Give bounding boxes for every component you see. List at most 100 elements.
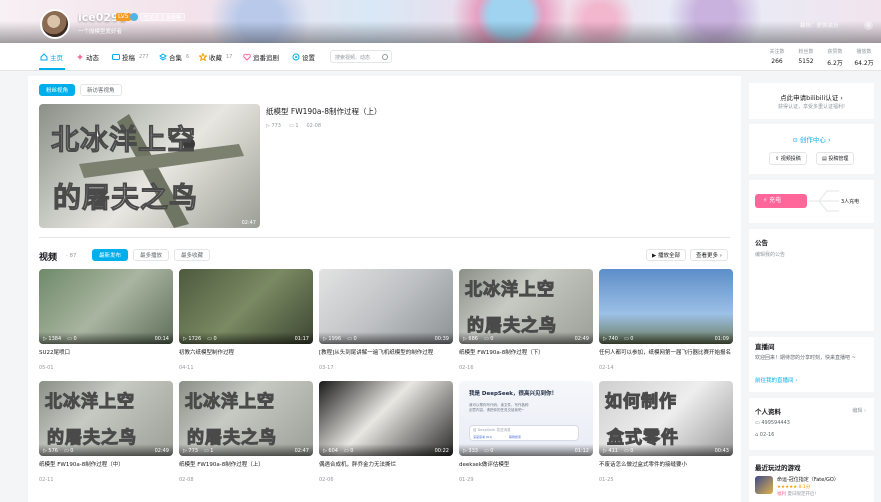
play-all-button[interactable]: ▶ 播放全部 <box>646 249 686 261</box>
comment-count: ▭ 1 <box>288 123 299 129</box>
tab-label: 投稿 <box>122 54 135 62</box>
dress-up-button[interactable]: 装扮：更换装扮 <box>800 21 839 29</box>
video-card[interactable]: ▷ 1996 ▭ 0 00:39 [教程]从头到尾讲解一遍飞机纸模型的制作过程 03-1… <box>319 269 453 371</box>
tab-home[interactable]: 主页 <box>40 52 63 62</box>
stat-following[interactable]: 关注数 266 <box>763 48 791 65</box>
tab-fan-view[interactable]: 粉丝视角 <box>39 84 76 96</box>
sort-most-played[interactable]: 最多播放 <box>133 249 170 261</box>
video-thumbnail[interactable]: 如何制作 盒式零件 ▷ 411 ▭ 0 00:43 <box>599 381 733 456</box>
video-title[interactable]: 不废话怎么做过盒式零件的接缝要小 <box>599 460 733 468</box>
video-card[interactable]: ▷ 1726 ▭ 0 01:17 初教六纸模型制作过程 04-11 <box>179 269 313 371</box>
video-title[interactable]: 偶遇合成机，胖乔金力无法撕烂 <box>319 460 453 468</box>
comment-count: ▭ 0 <box>207 336 217 342</box>
profile-edit-button[interactable]: 编辑 › <box>852 407 866 414</box>
uid-row: ▭ 499594443 <box>755 420 790 426</box>
video-thumbnail[interactable]: ▷ 1996 ▭ 0 00:39 <box>319 269 453 344</box>
tab-collections[interactable]: 合集 6 <box>159 52 189 62</box>
publish-date: 02-11 <box>39 477 54 483</box>
charge-button[interactable]: ⚡ 充电 <box>755 194 807 208</box>
certification-card[interactable]: 点此申请bilibili认证 › 获得认证，享受多重认证福利! <box>749 83 874 119</box>
cert-title[interactable]: 点此申请bilibili认证 › <box>749 92 874 102</box>
video-duration: 01:17 <box>294 336 309 342</box>
tab-visitor-view[interactable]: 新访客视角 <box>80 84 122 96</box>
active-tab-indicator <box>39 68 65 70</box>
notice-text[interactable]: 编辑我的公告 <box>755 251 785 258</box>
system-badge: 系统等 <box>162 13 186 21</box>
tab-uploads[interactable]: 投稿 277 <box>112 52 149 62</box>
game-name[interactable]: 命运-冠位指定（Fate/GO） <box>777 476 839 483</box>
play-count-value: 773 <box>271 123 281 129</box>
video-thumbnail[interactable]: ▷ 740 ▭ 0 01:09 <box>599 269 733 344</box>
stat-likes: 获赞数 6.2万 <box>821 48 849 67</box>
chevron-down-icon[interactable]: v <box>864 21 873 30</box>
tab-favorites[interactable]: 收藏 17 <box>198 52 233 62</box>
video-card[interactable]: ▷ 740 ▭ 0 01:09 任何人都可以参加，纸模网第一届飞行器比赛开始报名 02-… <box>599 269 733 371</box>
video-title[interactable]: SU22尾喷口 <box>39 348 173 356</box>
video-card[interactable]: 北冰洋上空 的屠夫之鸟 ▷ 686 ▭ 0 02:49 纸模型 FW190a-8制作过程（… <box>459 269 593 371</box>
video-card[interactable]: ▷ 1384 ▭ 0 00:14 SU22尾喷口 05-01 <box>39 269 173 371</box>
follow-badge[interactable]: 已关注 <box>140 13 164 21</box>
thumbnail-overlay-line1: 北冰洋上空 <box>465 280 555 301</box>
comment-count: ▭ 0 <box>347 336 357 342</box>
tab-count: 17 <box>226 54 233 60</box>
publish-date: 02-14 <box>599 365 614 371</box>
user-signature[interactable]: 一个抛模型爱好者 <box>78 27 122 35</box>
video-thumbnail[interactable]: 我是 DeepSeek，很高兴见到你！ 我可以帮你写代码、读文件、写作各种创意内容… <box>459 381 593 456</box>
video-thumbnail[interactable]: ▷ 1726 ▭ 0 01:17 <box>179 269 313 344</box>
comment-count: ▭ 0 <box>67 336 77 342</box>
video-thumbnail[interactable]: 北冰洋上空 的屠夫之鸟 ▷ 576 ▭ 0 02:49 <box>39 381 173 456</box>
video-submit-button[interactable]: ⇪ 视频投稿 <box>769 152 807 165</box>
tab-count: 6 <box>186 54 190 60</box>
tab-label: 收藏 <box>209 54 222 62</box>
video-icon <box>112 53 120 61</box>
video-card[interactable]: 我是 DeepSeek，很高兴见到你！ 我可以帮你写代码、读文件、写作各种创意内容… <box>459 381 593 483</box>
avatar[interactable] <box>40 9 70 39</box>
publish-date: 04-11 <box>179 365 194 371</box>
game-icon[interactable] <box>755 476 773 494</box>
video-card[interactable]: 北冰洋上空 的屠夫之鸟 ▷ 576 ▭ 0 02:49 纸模型 FW190a-8制作过程（… <box>39 381 173 483</box>
search-icon[interactable] <box>382 54 388 60</box>
video-title[interactable]: deeksek做评估模型 <box>459 460 593 468</box>
video-title[interactable]: 纸模型 FW190a-8制作过程（下） <box>459 348 593 356</box>
screenshot-button: 联网搜索 <box>509 435 522 439</box>
tab-label: 主页 <box>50 54 63 62</box>
video-manage-button[interactable]: ▤ 投稿管理 <box>816 152 855 165</box>
tab-settings[interactable]: 设置 <box>292 52 315 62</box>
creator-center-link[interactable]: ⊙ 创作中心 › <box>749 134 874 144</box>
videos-count: · 87 <box>66 253 77 259</box>
video-thumbnail[interactable]: 北冰洋上空 的屠夫之鸟 ▷ 773 ▭ 1 02:47 <box>179 381 313 456</box>
video-stats: ▷ 686 ▭ 0 <box>463 336 493 342</box>
comment-count-value: 1 <box>295 123 299 129</box>
video-title[interactable]: 任何人都可以参加，纸模网第一届飞行器比赛开始报名 <box>599 348 733 356</box>
video-duration: 01:09 <box>714 336 729 342</box>
sort-newest[interactable]: 最新发布 <box>92 249 129 261</box>
video-thumbnail[interactable]: ▷ 1384 ▭ 0 00:14 <box>39 269 173 344</box>
video-title[interactable]: 初教六纸模型制作过程 <box>179 348 313 356</box>
see-more-button[interactable]: 查看更多 › <box>690 249 728 261</box>
video-thumbnail[interactable]: 北冰洋上空 的屠夫之鸟 ▷ 686 ▭ 0 02:49 <box>459 269 593 344</box>
live-room-link[interactable]: 前往我的直播间 › <box>755 376 797 384</box>
publish-date: 02-08 <box>179 477 194 483</box>
video-stats: ▷ 740 ▭ 0 <box>603 336 633 342</box>
featured-video-thumbnail[interactable]: 北冰洋上空 的屠夫之鸟 02:47 <box>39 104 260 228</box>
tab-bangumi[interactable]: 追番追剧 <box>243 52 279 62</box>
featured-video-meta: ▷ 773 ▭ 1 02-08 <box>266 123 321 129</box>
video-title[interactable]: 纸模型 FW190a-8制作过程（中） <box>39 460 173 468</box>
search-input[interactable]: 搜索视频、动态 <box>330 50 392 63</box>
video-card[interactable]: 北冰洋上空 的屠夫之鸟 ▷ 773 ▭ 1 02:47 纸模型 FW190a-8制作过程（… <box>179 381 313 483</box>
tab-dynamic[interactable]: 动态 <box>76 52 99 62</box>
video-thumbnail[interactable]: ▷ 604 ▭ 0 00:22 <box>319 381 453 456</box>
video-card[interactable]: 如何制作 盒式零件 ▷ 411 ▭ 0 00:43 不废话怎么做过盒式零件的接缝要小 01-… <box>599 381 733 483</box>
publish-date: 02-16 <box>459 365 474 371</box>
play-count: ▷ 773 <box>183 448 198 454</box>
video-card[interactable]: ▷ 604 ▭ 0 00:22 偶遇合成机，胖乔金力无法撕烂 02-06 <box>319 381 453 483</box>
featured-video-title[interactable]: 纸模型 FW190a-8制作过程（上） <box>266 106 382 117</box>
sort-most-favorited[interactable]: 最多收藏 <box>174 249 211 261</box>
charge-count[interactable]: 3人充电 <box>841 198 859 205</box>
stat-label: 获赞数 <box>827 49 843 55</box>
video-title[interactable]: 纸模型 FW190a-8制作过程（上） <box>179 460 313 468</box>
charge-label: 充电 <box>769 197 782 204</box>
stat-fans[interactable]: 粉丝数 5152 <box>792 48 820 65</box>
video-title[interactable]: [教程]从头到尾讲解一遍飞机纸模型的制作过程 <box>319 348 453 356</box>
videos-heading[interactable]: 视频 <box>39 250 57 263</box>
